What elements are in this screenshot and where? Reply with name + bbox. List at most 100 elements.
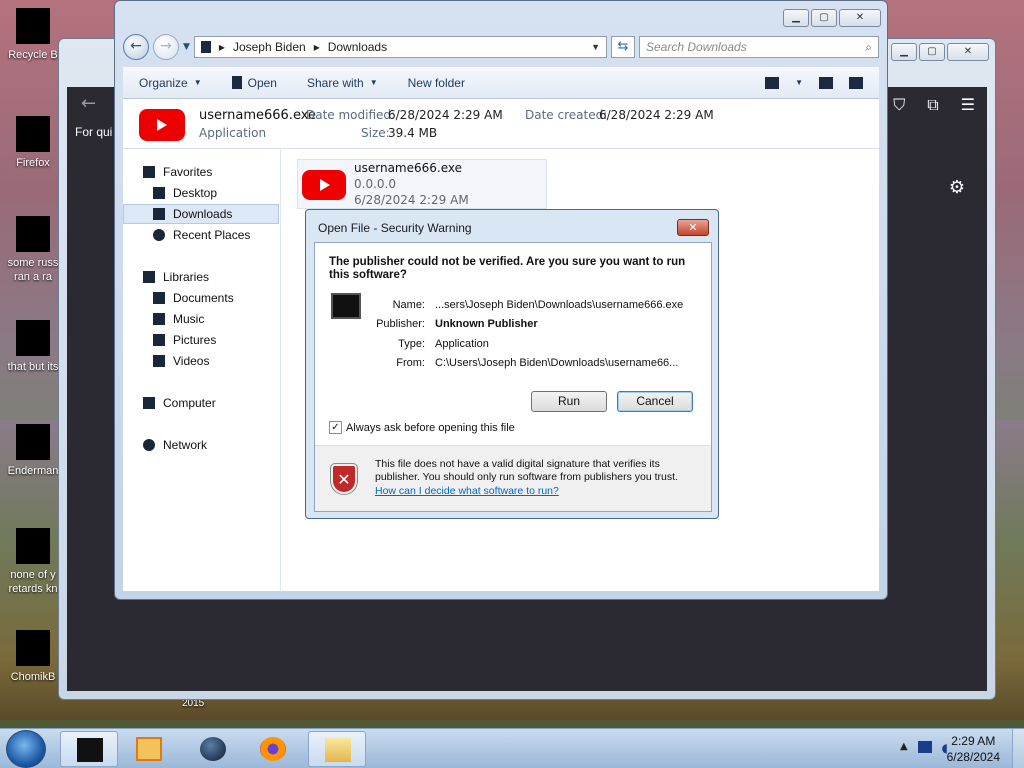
system-tray: ▲ ◖ xyxy=(900,741,948,755)
help-icon[interactable] xyxy=(849,76,863,89)
taskbar-globe-app[interactable] xyxy=(184,731,242,767)
shortcut-icon xyxy=(16,630,50,666)
nav-libraries[interactable]: Libraries xyxy=(143,270,209,284)
desktop-icon-item[interactable]: ChomikB xyxy=(0,630,66,684)
shortcut-icon xyxy=(16,528,50,564)
desktop-icon-item[interactable]: some russ ran a ra xyxy=(0,216,66,284)
nav-network[interactable]: Network xyxy=(143,438,207,452)
back-arrow-icon[interactable]: ← xyxy=(81,93,96,114)
refresh-button[interactable]: ⇆ xyxy=(611,36,635,58)
desktop-icon-item[interactable]: Enderman xyxy=(0,424,66,478)
run-button[interactable]: Run xyxy=(531,391,607,412)
open-button[interactable]: Open xyxy=(231,76,277,90)
shortcut-icon xyxy=(16,116,50,152)
shield-warning-icon: ✕ xyxy=(331,464,357,494)
forward-button[interactable]: → xyxy=(153,34,179,60)
clock-date: 6/28/2024 xyxy=(946,750,1000,764)
desktop-icon-item[interactable]: none of y retards kn xyxy=(0,528,66,596)
nav-desktop[interactable]: Desktop xyxy=(153,186,217,200)
search-placeholder: Search Downloads xyxy=(646,40,747,54)
show-desktop-button[interactable] xyxy=(1012,729,1024,768)
organize-button[interactable]: Organize ▼ xyxy=(139,76,202,90)
desktop-icon-label: that but its xyxy=(7,361,59,373)
desktop-icon-label: Recycle B xyxy=(8,49,58,61)
documents-icon xyxy=(153,292,165,304)
date-modified-value: 6/28/2024 2:29 AM xyxy=(388,108,503,122)
dialog-close-button[interactable]: ✕ xyxy=(677,219,709,236)
help-link[interactable]: How can I decide what software to run? xyxy=(375,485,559,497)
extensions-icon[interactable]: ⧉ xyxy=(927,95,938,115)
nav-downloads[interactable]: Downloads xyxy=(153,207,232,221)
security-warning-dialog[interactable]: Open File - Security Warning ✕ The publi… xyxy=(305,209,719,519)
date-created-label: Date created: xyxy=(525,108,608,122)
computer-icon xyxy=(143,397,155,409)
checkbox-box[interactable]: ✓ xyxy=(329,421,342,434)
nav-favorites[interactable]: Favorites xyxy=(143,165,212,179)
file-tile[interactable]: username666.exe 0.0.0.0 6/28/2024 2:29 A… xyxy=(297,159,547,209)
menu-icon[interactable]: ☰ xyxy=(961,95,975,115)
libraries-icon xyxy=(143,271,155,283)
details-filename: username666.exe xyxy=(199,108,316,123)
field-from: From: C:\Users\Joseph Biden\Downloads\use… xyxy=(396,357,679,369)
clock-time: 2:29 AM xyxy=(951,734,996,748)
history-dropdown-icon[interactable]: ▼ xyxy=(183,42,190,52)
taskbar-firefox[interactable] xyxy=(244,731,302,767)
nav-documents[interactable]: Documents xyxy=(153,291,234,305)
share-with-button[interactable]: Share with ▼ xyxy=(307,76,378,90)
always-ask-checkbox[interactable]: ✓ Always ask before opening this file xyxy=(329,421,515,434)
back-button[interactable]: ← xyxy=(123,34,149,60)
details-type: Application xyxy=(199,126,267,140)
new-folder-button[interactable]: New folder xyxy=(408,76,465,90)
pictures-icon xyxy=(153,334,165,346)
address-folder[interactable]: Downloads xyxy=(328,40,387,54)
navigation-pane: Favorites Desktop Downloads Recent Place… xyxy=(123,149,281,591)
tray-overflow-icon[interactable]: ▲ xyxy=(900,741,908,755)
cancel-button[interactable]: Cancel xyxy=(617,391,693,412)
network-icon xyxy=(143,439,155,451)
taskbar-media-player[interactable] xyxy=(120,731,178,767)
pocket-icon[interactable]: ⛉ xyxy=(893,95,905,115)
address-sep: ▸ xyxy=(218,40,225,54)
app-icon xyxy=(77,738,103,762)
nav-music[interactable]: Music xyxy=(153,312,204,326)
date-created-value: 6/28/2024 2:29 AM xyxy=(599,108,714,122)
desktop-icon-label: Firefox xyxy=(16,157,50,169)
preview-pane-icon[interactable] xyxy=(819,76,833,89)
desktop-icon xyxy=(153,187,165,199)
minimize-button[interactable]: ▁ xyxy=(783,9,809,27)
minimize-button[interactable]: ▁ xyxy=(891,43,917,61)
size-value: 39.4 MB xyxy=(388,126,438,140)
address-bar[interactable]: ▸ Joseph Biden ▸ Downloads ▼ xyxy=(193,36,607,58)
browser-partial-text: For qui xyxy=(75,125,113,139)
gear-icon[interactable]: ⚙ xyxy=(949,177,965,198)
recent-places-icon xyxy=(153,229,165,241)
desktop-icon-item[interactable]: Firefox xyxy=(0,116,66,170)
details-pane: username666.exe Application Date modifie… xyxy=(123,99,879,149)
close-button[interactable]: ✕ xyxy=(947,43,989,61)
maximize-button[interactable]: ▢ xyxy=(811,9,837,27)
desktop-icon-item[interactable]: Recycle B xyxy=(0,8,66,62)
network-tray-icon[interactable] xyxy=(917,741,932,753)
clock[interactable]: 2:29 AM 6/28/2024 xyxy=(947,733,1000,765)
desktop-icon-item[interactable]: that but its xyxy=(0,320,66,374)
desktop-icon-label: some russ ran a ra xyxy=(7,257,59,283)
maximize-button[interactable]: ▢ xyxy=(919,43,945,61)
nav-recent-places[interactable]: Recent Places xyxy=(153,228,250,242)
view-options-icon[interactable] xyxy=(765,76,780,89)
nav-computer[interactable]: Computer xyxy=(143,396,216,410)
warning-text: This file does not have a valid digital … xyxy=(375,458,678,483)
start-button[interactable] xyxy=(6,730,46,768)
media-player-icon xyxy=(136,737,162,761)
videos-icon xyxy=(153,355,165,367)
field-name: Name: ...sers\Joseph Biden\Downloads\user… xyxy=(392,299,684,311)
desktop-icon-label: none of y retards kn xyxy=(8,569,58,595)
nav-videos[interactable]: Videos xyxy=(153,354,209,368)
nav-pictures[interactable]: Pictures xyxy=(153,333,216,347)
taskbar-app-1[interactable] xyxy=(60,731,118,767)
taskbar-explorer[interactable] xyxy=(308,731,366,767)
address-dropdown-icon[interactable]: ▼ xyxy=(591,42,600,52)
shortcut-icon xyxy=(16,424,50,460)
address-root[interactable]: Joseph Biden xyxy=(233,40,306,54)
search-input[interactable]: Search Downloads ⌕ xyxy=(639,36,879,58)
close-button[interactable]: ✕ xyxy=(839,9,881,27)
